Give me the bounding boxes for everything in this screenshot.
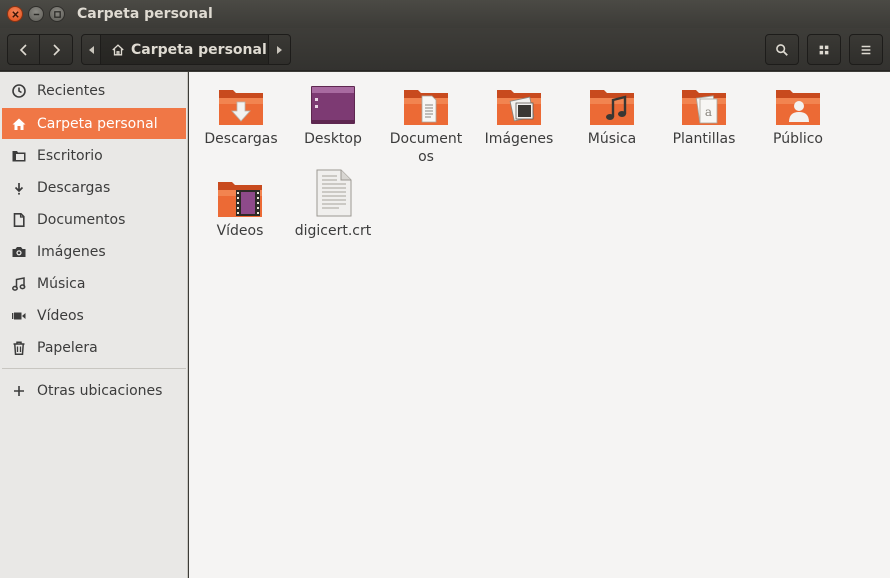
sidebar-item-label: Música: [37, 275, 86, 292]
file-item-label: Vídeos: [216, 223, 264, 239]
search-button[interactable]: [765, 34, 799, 65]
document-icon: [13, 212, 25, 227]
plus-icon: [14, 385, 24, 396]
sidebar-item-videos[interactable]: Vídeos: [2, 300, 186, 331]
window-controls: [7, 6, 65, 22]
sidebar-item-label: Recientes: [37, 82, 106, 99]
camera-icon: [12, 246, 26, 257]
file-item-digicert-crt[interactable]: digicert.crt: [288, 168, 378, 240]
sidebar-item-musica[interactable]: Música: [2, 268, 186, 299]
folder-music-icon: [590, 90, 634, 125]
minimize-window-button[interactable]: [28, 6, 44, 22]
sidebar-item-recientes[interactable]: Recientes: [2, 75, 186, 106]
path-scroll-right-button[interactable]: [269, 34, 291, 65]
sidebar: Recientes Carpeta personal Escritorio De…: [0, 72, 188, 578]
chevron-right-icon: [53, 43, 61, 56]
folder-desktop-icon: [311, 86, 355, 124]
grid-icon: [819, 45, 829, 54]
window-title: Carpeta personal: [77, 6, 213, 22]
clock-icon: [12, 83, 26, 98]
triangle-right-icon: [277, 45, 282, 54]
sidebar-item-label: Papelera: [37, 339, 98, 356]
file-item-publico[interactable]: Público: [753, 84, 843, 148]
file-item-label: Música: [587, 131, 637, 147]
file-item-label: Imágenes: [484, 131, 554, 147]
file-item-videos[interactable]: Vídeos: [195, 176, 285, 240]
file-item-documentos[interactable]: Documentos: [381, 84, 471, 166]
breadcrumb-label: Carpeta personal: [131, 41, 267, 58]
folder-documents-icon: [404, 90, 448, 125]
folder-videos-icon: [218, 182, 262, 217]
file-item-label: Público: [773, 131, 823, 147]
trash-icon: [13, 341, 25, 355]
sidebar-item-otras-ubicaciones[interactable]: Otras ubicaciones: [2, 375, 186, 406]
sidebar-item-imagenes[interactable]: Imágenes: [2, 236, 186, 267]
desktop-folder-icon: [12, 150, 26, 161]
sidebar-item-label: Carpeta personal: [37, 115, 158, 132]
video-icon: [12, 312, 26, 319]
triangle-left-icon: [88, 45, 94, 54]
maximize-window-button[interactable]: [49, 6, 65, 22]
forward-button[interactable]: [40, 34, 73, 65]
folder-public-icon: [776, 90, 820, 125]
path-scroll-left-button[interactable]: [81, 34, 101, 65]
sidebar-item-carpeta-personal[interactable]: Carpeta personal: [2, 108, 186, 139]
sidebar-item-escritorio[interactable]: Escritorio: [2, 140, 186, 171]
text-file-icon: [316, 169, 352, 217]
sidebar-item-label: Escritorio: [37, 147, 103, 164]
close-icon: [11, 10, 19, 18]
file-item-label: Documentos: [389, 131, 463, 165]
file-item-label: Descargas: [204, 131, 278, 147]
menu-button[interactable]: [849, 34, 883, 65]
search-icon: [776, 43, 788, 56]
file-item-imagenes[interactable]: Imágenes: [474, 84, 564, 148]
folder-templates-icon: a: [682, 90, 726, 125]
file-item-label: digicert.crt: [294, 223, 372, 239]
folder-pictures-icon: [497, 90, 541, 125]
hamburger-icon: [861, 45, 871, 54]
svg-text:a: a: [705, 105, 712, 119]
download-icon: [14, 182, 24, 195]
sidebar-item-label: Documentos: [37, 211, 126, 228]
sidebar-item-papelera[interactable]: Papelera: [2, 332, 186, 363]
sidebar-item-label: Descargas: [37, 179, 111, 196]
header-bar: Carpeta personal: [0, 28, 890, 71]
file-item-label: Desktop: [304, 131, 362, 147]
home-icon: [12, 118, 26, 130]
close-window-button[interactable]: [7, 6, 23, 22]
folder-download-icon: [219, 90, 263, 125]
sidebar-item-documentos[interactable]: Documentos: [2, 204, 186, 235]
sidebar-item-descargas[interactable]: Descargas: [2, 172, 186, 203]
sidebar-separator: [2, 368, 186, 369]
title-bar: Carpeta personal: [0, 0, 890, 28]
back-button[interactable]: [7, 34, 40, 65]
chevron-left-icon: [19, 43, 27, 56]
file-view: Descargas Desktop Documentos Imágenes Mú…: [189, 72, 890, 578]
file-item-label: Plantillas: [672, 131, 736, 147]
view-toggle-button[interactable]: [807, 34, 841, 65]
breadcrumb-home[interactable]: Carpeta personal: [101, 34, 269, 65]
home-icon: [112, 43, 124, 55]
file-item-desktop[interactable]: Desktop: [288, 84, 378, 148]
music-icon: [12, 276, 26, 291]
file-item-musica[interactable]: Música: [567, 84, 657, 148]
file-item-descargas[interactable]: Descargas: [196, 84, 286, 148]
maximize-icon: [53, 10, 61, 18]
sidebar-item-label: Vídeos: [37, 307, 84, 324]
file-item-plantillas[interactable]: a Plantillas: [659, 84, 749, 148]
minimize-icon: [33, 13, 39, 15]
sidebar-item-label: Imágenes: [37, 243, 106, 260]
sidebar-item-label: Otras ubicaciones: [37, 382, 163, 399]
